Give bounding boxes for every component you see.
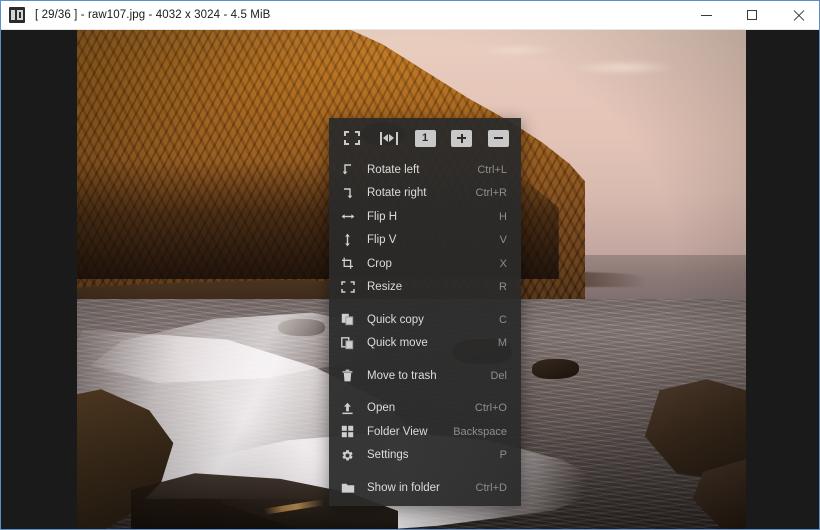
menu-item-settings[interactable]: Settings P [329, 444, 521, 468]
open-icon [341, 402, 361, 415]
window-controls [683, 1, 819, 29]
context-menu: 1 Rotate left Ctrl+L Rotate right Ctrl+R… [329, 118, 521, 506]
photo-cloud [572, 59, 680, 75]
zoom-in-button[interactable] [451, 129, 473, 147]
menu-item-label: Settings [367, 449, 409, 462]
menu-item-label: Move to trash [367, 369, 437, 382]
app-icon [9, 7, 25, 23]
menu-item-shortcut: Ctrl+R [475, 187, 507, 200]
menu-item-label: Flip H [367, 210, 398, 223]
menu-item-shortcut: Del [490, 369, 507, 382]
menu-item-rotate-left[interactable]: Rotate left Ctrl+L [329, 158, 521, 182]
menu-item-label: Rotate right [367, 187, 427, 200]
menu-item-shortcut: H [499, 210, 507, 223]
minimize-icon [700, 14, 712, 16]
image-viewer-canvas[interactable]: 1 Rotate left Ctrl+L Rotate right Ctrl+R… [1, 30, 819, 529]
menu-item-quick-move[interactable]: Quick move M [329, 332, 521, 356]
rotate-left-icon [341, 163, 361, 176]
menu-group-file-ops: Quick copy C Quick move M [329, 308, 521, 355]
menu-item-label: Quick copy [367, 313, 424, 326]
zoom-toolbar: 1 [329, 118, 521, 158]
minimize-button[interactable] [683, 1, 729, 29]
menu-item-move-to-trash[interactable]: Move to trash Del [329, 364, 521, 388]
trash-icon [341, 369, 361, 382]
crop-icon [341, 257, 361, 270]
menu-item-shortcut: Ctrl+L [477, 163, 507, 176]
close-button[interactable] [775, 1, 819, 29]
resize-icon [341, 281, 361, 293]
maximize-button[interactable] [729, 1, 775, 29]
menu-item-resize[interactable]: Resize R [329, 276, 521, 300]
move-icon [341, 336, 361, 350]
zoom-100-button[interactable]: 1 [414, 129, 436, 147]
rotate-right-icon [341, 187, 361, 200]
menu-group-transform: Rotate left Ctrl+L Rotate right Ctrl+R F… [329, 158, 521, 299]
menu-item-quick-copy[interactable]: Quick copy C [329, 308, 521, 332]
window-title: [ 29/36 ] - raw107.jpg - 4032 x 3024 - 4… [35, 9, 271, 21]
menu-item-shortcut: R [499, 281, 507, 294]
menu-item-label: Flip V [367, 234, 397, 247]
menu-item-shortcut: Ctrl+D [475, 481, 507, 494]
menu-item-rotate-right[interactable]: Rotate right Ctrl+R [329, 182, 521, 206]
menu-group-navigation: Open Ctrl+O Folder View Backspace Settin… [329, 397, 521, 468]
copy-icon [341, 313, 361, 326]
fit-screen-icon [344, 131, 360, 145]
fit-to-width-button[interactable] [378, 129, 400, 147]
gear-icon [341, 449, 361, 462]
menu-separator [329, 299, 521, 308]
menu-separator [329, 355, 521, 364]
menu-item-shortcut: Ctrl+O [474, 402, 507, 415]
menu-separator [329, 388, 521, 397]
menu-item-label: Folder View [367, 425, 428, 438]
menu-item-label: Resize [367, 281, 403, 294]
menu-item-label: Quick move [367, 337, 428, 350]
fit-width-icon [379, 131, 398, 145]
menu-item-shortcut: X [499, 257, 507, 270]
menu-item-label: Rotate left [367, 163, 420, 176]
menu-group-reveal: Show in folder Ctrl+D [329, 476, 521, 500]
menu-item-open[interactable]: Open Ctrl+O [329, 397, 521, 421]
menu-item-flip-h[interactable]: Flip H H [329, 205, 521, 229]
minus-icon [487, 129, 509, 147]
zoom-out-button[interactable] [487, 129, 509, 147]
application-window: [ 29/36 ] - raw107.jpg - 4032 x 3024 - 4… [0, 0, 820, 530]
title-bar: [ 29/36 ] - raw107.jpg - 4032 x 3024 - 4… [1, 1, 819, 30]
menu-item-shortcut: P [499, 449, 507, 462]
menu-item-label: Show in folder [367, 481, 440, 494]
flip-vertical-icon [341, 233, 361, 247]
flip-horizontal-icon [341, 210, 361, 223]
menu-item-shortcut: Backspace [453, 425, 507, 438]
fit-to-screen-button[interactable] [341, 129, 363, 147]
plus-icon [451, 129, 472, 147]
menu-group-trash: Move to trash Del [329, 364, 521, 388]
menu-item-crop[interactable]: Crop X [329, 252, 521, 276]
one-icon: 1 [414, 129, 436, 147]
menu-item-shortcut: M [497, 337, 507, 350]
grid-icon [341, 425, 361, 438]
menu-item-shortcut: V [499, 234, 507, 247]
photo-cloud [478, 44, 559, 55]
menu-item-flip-v[interactable]: Flip V V [329, 229, 521, 253]
close-icon [793, 10, 804, 21]
menu-item-label: Crop [367, 257, 392, 270]
menu-item-shortcut: C [499, 313, 507, 326]
folder-icon [341, 482, 361, 494]
menu-separator [329, 467, 521, 476]
menu-item-label: Open [367, 402, 396, 415]
photo-rock [531, 359, 579, 380]
menu-item-folder-view[interactable]: Folder View Backspace [329, 420, 521, 444]
menu-item-show-in-folder[interactable]: Show in folder Ctrl+D [329, 476, 521, 500]
maximize-icon [747, 10, 757, 20]
